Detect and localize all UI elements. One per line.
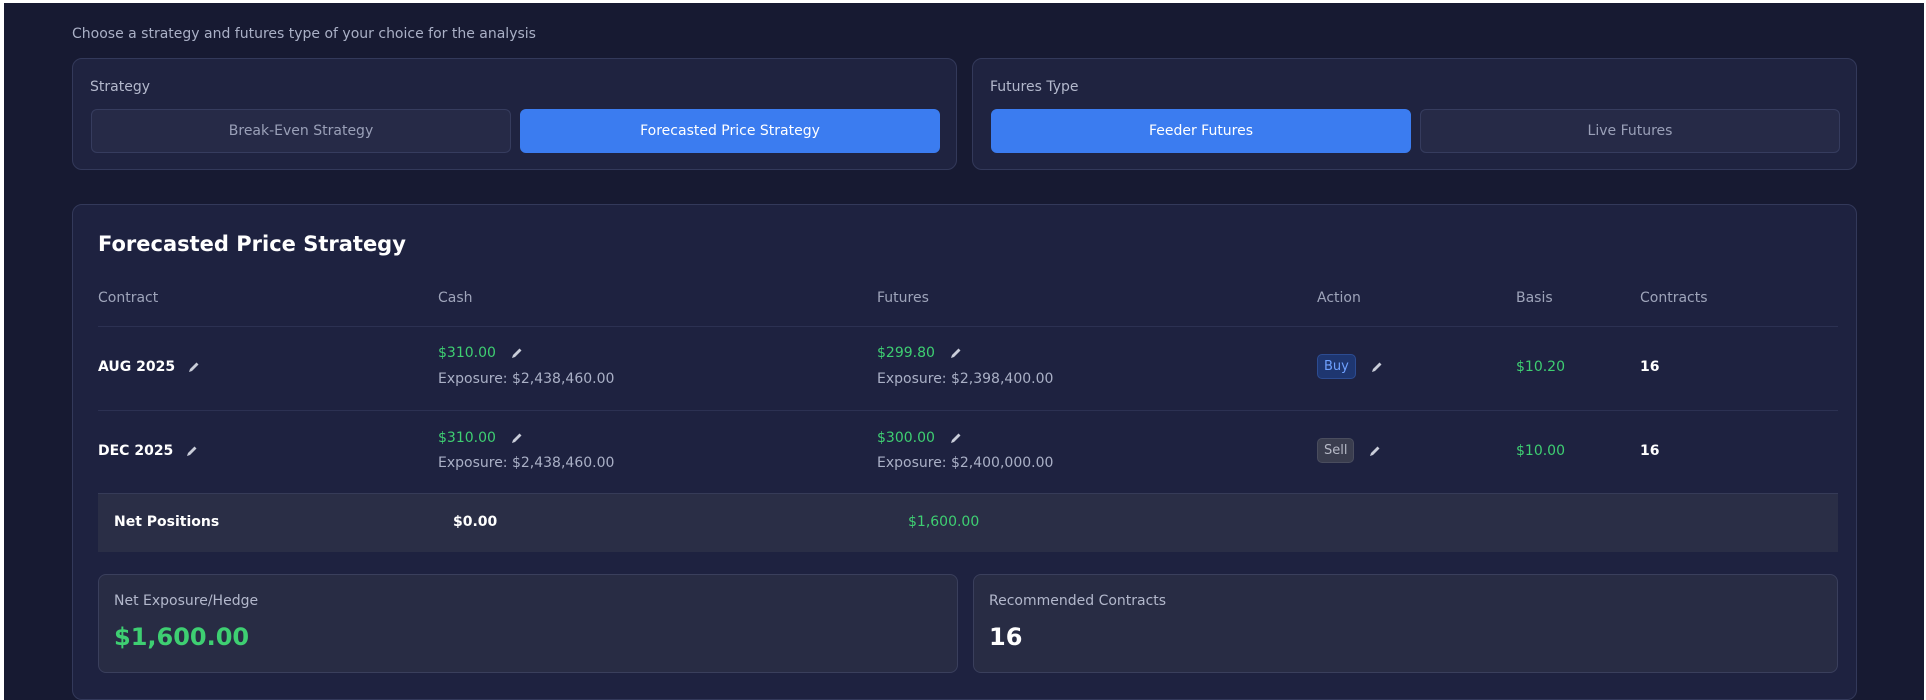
forecasted-price-strategy-button[interactable]: Forecasted Price Strategy bbox=[520, 109, 940, 153]
contract-cell: DEC 2025 bbox=[98, 443, 199, 459]
futures-cell: $300.00 bbox=[877, 430, 963, 446]
header-divider bbox=[98, 326, 1838, 327]
basis-value: $10.20 bbox=[1516, 359, 1565, 375]
net-positions-label: Net Positions bbox=[114, 514, 220, 530]
sell-badge[interactable]: Sell bbox=[1317, 438, 1355, 463]
pencil-icon[interactable] bbox=[187, 360, 201, 374]
recommended-contracts-value: 16 bbox=[989, 623, 1023, 651]
cash-exposure: Exposure: $2,438,460.00 bbox=[438, 455, 615, 471]
pencil-icon[interactable] bbox=[1370, 360, 1384, 374]
header-contract: Contract bbox=[98, 290, 159, 306]
net-cash-value: $0.00 bbox=[453, 514, 498, 530]
header-cash: Cash bbox=[438, 290, 473, 306]
row-divider bbox=[98, 410, 1838, 411]
live-futures-button[interactable]: Live Futures bbox=[1420, 109, 1840, 153]
header-action: Action bbox=[1317, 290, 1361, 306]
header-contracts: Contracts bbox=[1640, 290, 1708, 306]
cash-value: $310.00 bbox=[438, 345, 496, 361]
contracts-value: 16 bbox=[1640, 443, 1660, 459]
cash-cell: $310.00 bbox=[438, 430, 524, 446]
app-window: Choose a strategy and futures type of yo… bbox=[4, 3, 1924, 700]
strategy-card: Forecasted Price Strategy Contract Cash … bbox=[72, 204, 1857, 700]
basis-value: $10.00 bbox=[1516, 443, 1565, 459]
pencil-icon[interactable] bbox=[510, 346, 524, 360]
futures-type-panel: Futures Type Feeder Futures Live Futures bbox=[972, 58, 1857, 170]
break-even-strategy-button[interactable]: Break-Even Strategy bbox=[91, 109, 511, 153]
action-cell: Sell bbox=[1317, 438, 1382, 463]
strategy-label: Strategy bbox=[90, 79, 150, 95]
buy-badge[interactable]: Buy bbox=[1317, 354, 1356, 379]
recommended-contracts-card: Recommended Contracts 16 bbox=[973, 574, 1838, 673]
contract-label: DEC 2025 bbox=[98, 443, 174, 459]
cash-exposure: Exposure: $2,438,460.00 bbox=[438, 371, 615, 387]
net-exposure-label: Net Exposure/Hedge bbox=[114, 593, 259, 609]
pencil-icon[interactable] bbox=[510, 431, 524, 445]
action-cell: Buy bbox=[1317, 354, 1384, 379]
futures-exposure: Exposure: $2,400,000.00 bbox=[877, 455, 1054, 471]
pencil-icon[interactable] bbox=[185, 444, 199, 458]
pencil-icon[interactable] bbox=[1368, 444, 1382, 458]
cash-value: $310.00 bbox=[438, 430, 496, 446]
net-exposure-card: Net Exposure/Hedge $1,600.00 bbox=[98, 574, 958, 673]
net-exposure-value: $1,600.00 bbox=[114, 623, 250, 651]
header-basis: Basis bbox=[1516, 290, 1553, 306]
recommended-contracts-label: Recommended Contracts bbox=[989, 593, 1167, 609]
intro-text: Choose a strategy and futures type of yo… bbox=[72, 26, 536, 42]
net-futures-value: $1,600.00 bbox=[908, 514, 980, 530]
futures-type-label: Futures Type bbox=[990, 79, 1079, 95]
pencil-icon[interactable] bbox=[949, 431, 963, 445]
pencil-icon[interactable] bbox=[949, 346, 963, 360]
contract-cell: AUG 2025 bbox=[98, 359, 201, 375]
header-futures: Futures bbox=[877, 290, 929, 306]
feeder-futures-button[interactable]: Feeder Futures bbox=[991, 109, 1411, 153]
net-positions-row: Net Positions $0.00 $1,600.00 bbox=[98, 493, 1838, 552]
contracts-value: 16 bbox=[1640, 359, 1660, 375]
futures-value: $299.80 bbox=[877, 345, 935, 361]
contract-label: AUG 2025 bbox=[98, 359, 176, 375]
futures-value: $300.00 bbox=[877, 430, 935, 446]
futures-exposure: Exposure: $2,398,400.00 bbox=[877, 371, 1054, 387]
strategy-panel: Strategy Break-Even Strategy Forecasted … bbox=[72, 58, 957, 170]
futures-cell: $299.80 bbox=[877, 345, 963, 361]
card-title: Forecasted Price Strategy bbox=[98, 232, 406, 256]
cash-cell: $310.00 bbox=[438, 345, 524, 361]
